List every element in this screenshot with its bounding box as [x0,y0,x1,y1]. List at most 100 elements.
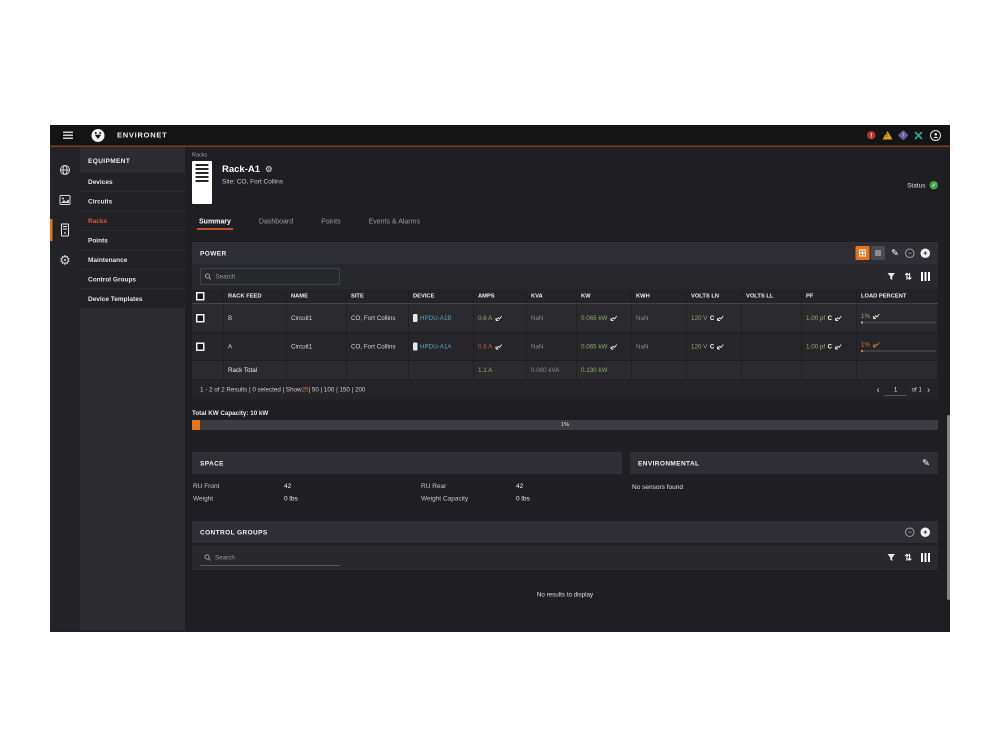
filter-icon[interactable] [887,553,896,562]
sidebar-item-circuits[interactable]: Circuits [80,192,185,211]
menu-icon[interactable] [63,132,73,140]
edit-power-icon[interactable]: ✎ [891,247,899,259]
sort-icon[interactable]: ⇅ [904,271,912,282]
warning-alarm-icon[interactable]: ! [883,131,893,140]
device-link[interactable]: HPDU-A1A [420,343,452,350]
cell-device: HPDU-A1B [409,304,474,332]
page-size-25[interactable]: 25 [302,386,309,393]
trend-chart-icon[interactable] [873,341,881,348]
rail-devices-icon[interactable] [50,215,80,245]
load-percent-bar [861,322,936,324]
add-control-group-button[interactable]: + [921,527,931,537]
cell-load-percent: 1% [857,333,938,361]
sidebar-item-maintenance[interactable]: Maintenance [80,251,185,270]
remove-power-feed-button[interactable]: − [905,248,915,258]
tab-events-alarms[interactable]: Events & Alarms [369,217,420,230]
sidebar-item-control-groups[interactable]: Control Groups [80,270,185,289]
cell-name: Circuit1 [287,333,347,361]
col-device: DEVICE [409,289,474,303]
cell-device: HPDU-A1A [409,333,474,361]
sidebar-header: EQUIPMENT [80,147,185,173]
trend-chart-icon[interactable] [873,313,881,320]
calculated-flag: C [710,343,714,350]
row-checkbox[interactable] [196,342,205,351]
amps-value: 0.6 A [478,315,492,322]
sidebar-item-devices[interactable]: Devices [80,173,185,192]
tab-points[interactable]: Points [321,217,340,230]
filter-icon[interactable] [887,272,896,281]
prev-page-icon[interactable]: ‹ [877,384,880,395]
control-groups-panel: CONTROL GROUPS − + [192,521,938,598]
trend-chart-icon[interactable] [610,343,618,350]
maintenance-tools-icon[interactable] [914,131,923,140]
trend-chart-icon[interactable] [610,315,618,322]
power-search-row: ⇅ [192,264,938,289]
trend-chart-icon[interactable] [495,343,503,350]
breadcrumb[interactable]: Racks [192,152,938,158]
rail-settings-icon[interactable]: ⚙ [50,245,80,275]
app-title: ENVIRONET [117,131,168,140]
columns-icon[interactable] [921,272,930,281]
col-volts-ln: VOLTS LN [687,289,742,303]
page-title: Rack-A1 [222,164,260,175]
kw-value: 0.065 kW [581,315,607,322]
page-size-options[interactable]: | 50 | 100 | 150 | 200 [309,386,366,393]
col-kw: KW [577,289,632,303]
control-groups-search-input[interactable] [215,554,325,561]
kw-capacity-label: Total KW Capacity: 10 kW [192,410,938,417]
rail-displays-icon[interactable] [50,185,80,215]
tab-summary[interactable]: Summary [199,217,231,230]
amps-value: 0.6 A [478,343,492,350]
table-row-feed-a[interactable]: A Circuit1 CO, Fort Collins HPDU-A1A 0.6… [192,333,938,362]
columns-icon[interactable] [921,553,930,562]
edit-environmental-icon[interactable]: ✎ [922,457,930,469]
page-number-input[interactable] [885,384,907,396]
grid-view-button[interactable] [856,246,870,260]
results-summary: 1 - 2 of 2 Results | 0 selected | Show [200,386,302,393]
table-row-feed-b[interactable]: B Circuit1 CO, Fort Collins HPDU-A1B 0.6… [192,304,938,333]
power-actions: ✎ − + [856,246,930,260]
sidebar-item-points[interactable]: Points [80,231,185,250]
power-search-box[interactable] [200,269,340,285]
add-power-feed-button[interactable]: + [921,248,931,258]
trend-chart-icon[interactable] [717,315,725,322]
info-alarm-icon[interactable]: i [898,130,909,141]
total-kw: 0.130 kW [577,361,632,379]
row-checkbox[interactable] [196,314,205,323]
cell-kwh: NaN [632,333,687,361]
environmental-panel: ENVIRONMENTAL ✎ No sensors found [630,452,938,502]
calculated-flag: C [828,315,832,322]
control-groups-search-box[interactable] [200,550,340,566]
field-value: 0 lbs [516,495,621,503]
rack-settings-gear-icon[interactable]: ⚙ [265,165,273,175]
rail-world-icon[interactable] [50,155,80,185]
trend-chart-icon[interactable] [495,315,503,322]
trend-chart-icon[interactable] [717,343,725,350]
critical-alarm-icon[interactable]: ! [867,131,876,140]
sidebar-item-racks[interactable]: Racks [80,212,185,231]
control-groups-title: CONTROL GROUPS [200,528,268,536]
top-bar: ENVIRONET ! ! i [50,125,950,147]
warning-glyph: ! [886,133,888,139]
kw-capacity: Total KW Capacity: 10 kW 1% [192,410,938,431]
col-rack-feed: RACK FEED [224,289,287,303]
next-page-icon[interactable]: › [927,384,930,395]
trend-chart-icon[interactable] [834,343,842,350]
col-pf: PF [802,289,857,303]
user-account-icon[interactable] [930,130,941,141]
field-label: RU Front [193,482,284,490]
sort-icon[interactable]: ⇅ [904,552,912,563]
device-link[interactable]: HPDU-A1B [420,315,452,322]
power-table-header: RACK FEED NAME SITE DEVICE AMPS KVA KW K… [192,289,938,304]
select-all-checkbox[interactable] [196,292,205,301]
list-view-button[interactable] [871,246,885,260]
tab-dashboard[interactable]: Dashboard [259,217,293,230]
sidebar-item-device-templates[interactable]: Device Templates [80,290,185,309]
vertical-scrollbar[interactable] [947,415,950,600]
trend-chart-icon[interactable] [834,315,842,322]
power-table: RACK FEED NAME SITE DEVICE AMPS KVA KW K… [192,289,938,380]
cell-site: CO, Fort Collins [347,304,409,332]
info-glyph: i [903,133,904,139]
power-search-input[interactable] [216,273,326,280]
remove-control-group-button[interactable]: − [905,527,915,537]
